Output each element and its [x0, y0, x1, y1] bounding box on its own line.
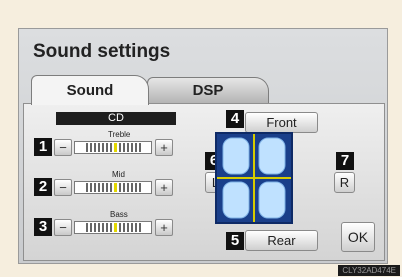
treble-plus-button[interactable]: +	[155, 139, 173, 156]
bass-minus-button[interactable]: −	[54, 219, 72, 236]
callout-1: 1	[34, 138, 52, 156]
seat-diagram-icon	[217, 134, 291, 222]
mid-plus-button[interactable]: +	[155, 179, 173, 196]
treble-minus-button[interactable]: −	[54, 139, 72, 156]
tab-sound[interactable]: Sound	[31, 75, 149, 105]
mid-level-bar	[74, 181, 152, 194]
bass-plus-button[interactable]: +	[155, 219, 173, 236]
page-title: Sound settings	[33, 41, 171, 62]
callout-7: 7	[336, 152, 354, 170]
rear-button[interactable]: Rear	[245, 230, 318, 251]
right-button[interactable]: R	[334, 172, 355, 193]
callout-5: 5	[226, 232, 244, 250]
callout-4: 4	[226, 110, 244, 128]
audio-source-display: CD	[56, 112, 176, 125]
ok-button[interactable]: OK	[341, 222, 375, 252]
front-button[interactable]: Front	[245, 112, 318, 133]
treble-label: Treble	[108, 130, 131, 139]
bass-label: Bass	[110, 210, 128, 219]
sound-settings-screen: Sound settings Sound DSP CD Treble 1 − +…	[18, 28, 388, 264]
balance-fader-display[interactable]	[215, 132, 293, 224]
treble-level-bar	[74, 141, 152, 154]
mid-minus-button[interactable]: −	[54, 179, 72, 196]
image-code: CLY32AD474E	[338, 265, 400, 276]
tab-dsp[interactable]: DSP	[147, 77, 269, 103]
callout-2: 2	[34, 178, 52, 196]
sound-panel: CD Treble 1 − + Mid 2 − + Bass 3 − +	[23, 103, 385, 261]
mid-label: Mid	[112, 170, 125, 179]
bass-level-bar	[74, 221, 152, 234]
callout-3: 3	[34, 218, 52, 236]
